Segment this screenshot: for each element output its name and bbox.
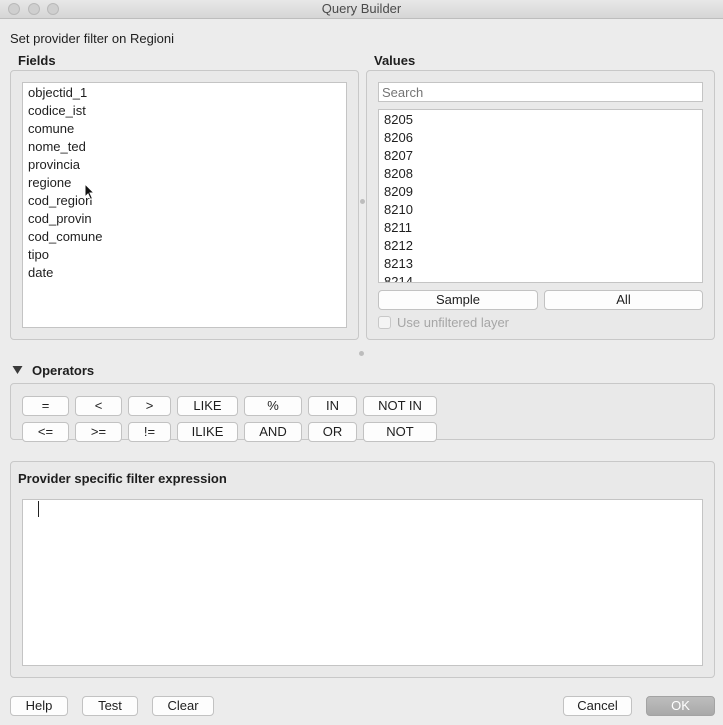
field-item[interactable]: regione (23, 174, 346, 192)
operator-not-equal-button[interactable]: != (128, 422, 171, 442)
operator-less-than-button[interactable]: < (75, 396, 122, 416)
value-item[interactable]: 8208 (379, 165, 702, 183)
clear-button[interactable]: Clear (152, 696, 214, 716)
operator-greater-than-button[interactable]: > (128, 396, 171, 416)
operator-less-equal-button[interactable]: <= (22, 422, 69, 442)
operator-or-button[interactable]: OR (308, 422, 357, 442)
values-list[interactable]: 8205 8206 8207 8208 8209 8210 8211 8212 … (378, 109, 703, 283)
field-item[interactable]: cod_region (23, 192, 346, 210)
value-item[interactable]: 8205 (379, 111, 702, 129)
field-item[interactable]: date (23, 264, 346, 282)
field-item[interactable]: objectid_1 (23, 84, 346, 102)
operators-label: Operators (32, 363, 95, 378)
field-item[interactable]: comune (23, 120, 346, 138)
collapse-triangle-icon[interactable] (12, 365, 23, 375)
test-button[interactable]: Test (82, 696, 138, 716)
field-item[interactable]: codice_ist (23, 102, 346, 120)
value-item[interactable]: 8213 (379, 255, 702, 273)
window-title: Query Builder (321, 1, 402, 16)
filter-expression-textarea[interactable] (22, 499, 703, 666)
value-item[interactable]: 8210 (379, 201, 702, 219)
dialog-subtitle: Set provider filter on Regioni (10, 31, 175, 46)
value-item[interactable]: 8214 (379, 273, 702, 282)
operator-not-button[interactable]: NOT (363, 422, 437, 442)
horizontal-splitter-handle[interactable] (360, 199, 365, 204)
value-item[interactable]: 8206 (379, 129, 702, 147)
value-item[interactable]: 8209 (379, 183, 702, 201)
fields-list[interactable]: objectid_1 codice_ist comune nome_ted pr… (22, 82, 347, 328)
operator-percent-button[interactable]: % (244, 396, 302, 416)
values-label: Values (374, 53, 416, 68)
field-item[interactable]: provincia (23, 156, 346, 174)
vertical-splitter-handle[interactable] (359, 351, 364, 356)
fields-label: Fields (18, 53, 56, 68)
all-button[interactable]: All (544, 290, 703, 310)
mouse-pointer-icon (84, 183, 96, 201)
values-search-input[interactable] (378, 82, 703, 102)
operator-equals-button[interactable]: = (22, 396, 69, 416)
operator-and-button[interactable]: AND (244, 422, 302, 442)
field-item[interactable]: cod_provin (23, 210, 346, 228)
value-item[interactable]: 8212 (379, 237, 702, 255)
ok-button[interactable]: OK (646, 696, 715, 716)
cancel-button[interactable]: Cancel (563, 696, 632, 716)
window-titlebar: Query Builder (0, 0, 723, 19)
use-unfiltered-layer-checkbox[interactable] (378, 316, 391, 329)
operator-in-button[interactable]: IN (308, 396, 357, 416)
expression-label: Provider specific filter expression (18, 471, 227, 486)
value-item[interactable]: 8207 (379, 147, 702, 165)
value-item[interactable]: 8211 (379, 219, 702, 237)
sample-button[interactable]: Sample (378, 290, 538, 310)
operator-ilike-button[interactable]: ILIKE (177, 422, 238, 442)
field-item[interactable]: cod_comune (23, 228, 346, 246)
operator-not-in-button[interactable]: NOT IN (363, 396, 437, 416)
operator-like-button[interactable]: LIKE (177, 396, 238, 416)
use-unfiltered-layer-label: Use unfiltered layer (397, 315, 509, 330)
help-button[interactable]: Help (10, 696, 68, 716)
operator-greater-equal-button[interactable]: >= (75, 422, 122, 442)
field-item[interactable]: nome_ted (23, 138, 346, 156)
text-cursor (38, 501, 39, 517)
field-item[interactable]: tipo (23, 246, 346, 264)
